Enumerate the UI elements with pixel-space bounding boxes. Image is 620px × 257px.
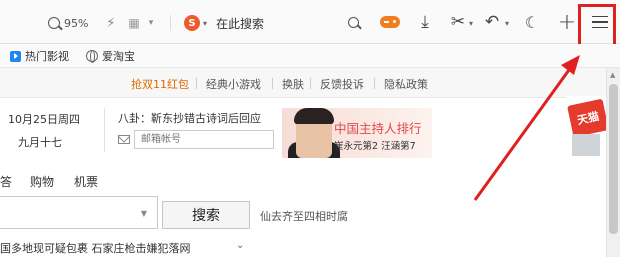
- sogou-logo-icon: S: [184, 15, 200, 31]
- tmall-badge: 天猫: [567, 98, 609, 138]
- divider: [196, 78, 197, 89]
- bookmark-ai-taobao[interactable]: 爱淘宝: [86, 48, 135, 64]
- bookmark-label: 热门影视: [25, 50, 69, 63]
- web-page-content: 抢双11红包 经典小游戏 换肤 反馈投诉 隐私政策 10月25日周四 九月十七 …: [0, 68, 609, 257]
- link-mini-games[interactable]: 经典小游戏: [206, 76, 261, 92]
- screenshot-dropdown-icon[interactable]: ▾: [466, 14, 476, 32]
- search-engine-selector[interactable]: S ▾: [184, 13, 207, 33]
- link-change-skin[interactable]: 换肤: [282, 76, 304, 92]
- divider: [272, 78, 273, 89]
- browser-toolbar: 95% ⚡ ▦ ▾ S ▾ 在此搜索 ⤓ ✂ ▾ ↶ ▾ ☾ +: [0, 0, 620, 44]
- news-headline-link[interactable]: 国多地现可疑包裹 石家庄枪击嫌犯落网: [0, 240, 191, 256]
- hot-search-suggestion[interactable]: 仙去齐至四相时腐: [260, 208, 348, 224]
- undo-dropdown-icon[interactable]: ▾: [502, 14, 512, 32]
- ad-subtitle: 崔永元第2 汪涵第7: [334, 141, 416, 152]
- bookmarks-bar: 热门影视 爱淘宝: [0, 44, 620, 68]
- zoom-icon: [48, 17, 60, 29]
- divider: [374, 78, 375, 89]
- calendar-lunar: 九月十七: [18, 136, 62, 149]
- game-controller-icon[interactable]: [378, 12, 402, 32]
- host-ranking-ad-banner[interactable]: 中国主持人排行 崔永元第2 汪涵第7: [282, 108, 432, 158]
- email-account-field[interactable]: [134, 130, 274, 149]
- ad-title: 中国主持人排行: [334, 121, 422, 136]
- gossip-headline-link[interactable]: 八卦：靳东抄错古诗词后回应: [118, 110, 261, 126]
- scroll-up-arrow-icon[interactable]: ▲: [610, 71, 615, 79]
- search-button[interactable]: 搜索: [162, 201, 250, 229]
- search-icon[interactable]: [344, 13, 362, 31]
- acceleration-icon[interactable]: ⚡: [104, 14, 118, 32]
- divider: [104, 108, 105, 152]
- grid-icon[interactable]: ▦: [126, 14, 142, 32]
- night-mode-icon[interactable]: ☾: [522, 11, 542, 33]
- download-icon[interactable]: ⤓: [414, 12, 436, 32]
- mail-icon: [118, 135, 130, 144]
- link-double11-redpacket[interactable]: 抢双11红包: [131, 76, 189, 92]
- link-privacy-policy[interactable]: 隐私政策: [384, 76, 428, 92]
- calendar-date[interactable]: 10月25日周四: [8, 111, 80, 127]
- tab-flights[interactable]: 机票: [74, 173, 98, 190]
- toolbar-divider: [170, 15, 171, 31]
- globe-icon: [86, 50, 98, 63]
- chevron-down-icon[interactable]: ▾: [146, 14, 156, 32]
- ad-person-hair: [294, 108, 334, 124]
- scissors-icon[interactable]: ✂: [448, 11, 468, 33]
- main-search-input[interactable]: ▼: [0, 196, 158, 229]
- video-play-icon: [10, 50, 21, 62]
- tab-shopping[interactable]: 购物: [30, 173, 54, 190]
- zoom-control[interactable]: 95%: [48, 14, 88, 32]
- new-tab-button[interactable]: +: [556, 9, 578, 35]
- tab-answers[interactable]: 答: [0, 173, 12, 190]
- scrollbar-thumb[interactable]: [609, 84, 618, 234]
- zoom-level: 95%: [64, 16, 89, 30]
- dropdown-arrow-icon: ▾: [203, 18, 208, 28]
- tmall-corner-ad[interactable]: 天猫: [566, 96, 609, 158]
- undo-icon[interactable]: ↶: [482, 11, 502, 33]
- menu-hamburger-icon[interactable]: [587, 10, 613, 34]
- bookmark-label: 爱淘宝: [102, 50, 135, 63]
- chevron-down-icon[interactable]: ⌄: [236, 240, 244, 251]
- divider: [310, 78, 311, 89]
- bookmark-hot-videos[interactable]: 热门影视: [10, 48, 69, 64]
- top-links-bar: 抢双11红包 经典小游戏 换肤 反馈投诉 隐私政策: [0, 68, 606, 98]
- vertical-scrollbar[interactable]: ▲: [606, 68, 620, 257]
- gift-box-image: [572, 134, 600, 156]
- search-dropdown-icon[interactable]: ▼: [141, 209, 147, 218]
- search-input[interactable]: 在此搜索: [216, 14, 264, 32]
- link-feedback[interactable]: 反馈投诉: [320, 76, 364, 92]
